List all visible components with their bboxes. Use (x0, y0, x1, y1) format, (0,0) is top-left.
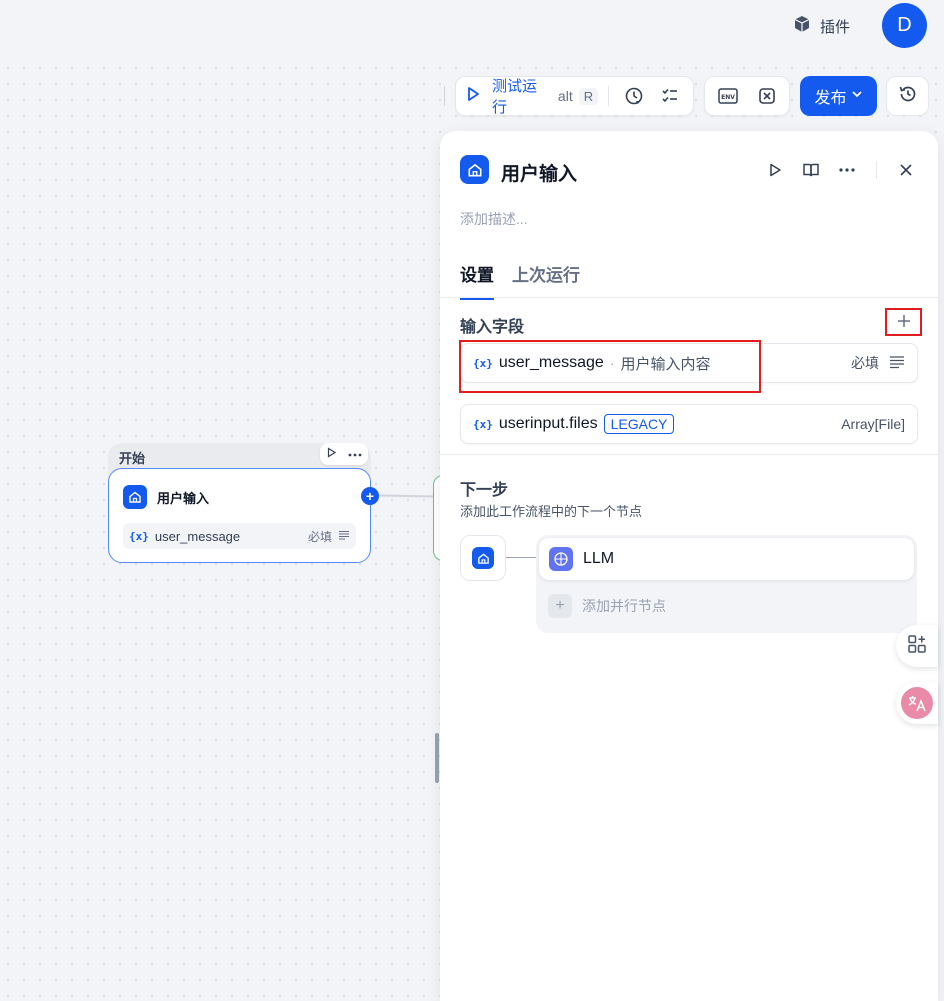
close-icon[interactable] (893, 157, 919, 183)
start-node-card[interactable]: 用户输入 {x} user_message 必填 (108, 468, 371, 563)
publish-label: 发布 (814, 90, 847, 107)
tab-settings[interactable]: 设置 (460, 261, 494, 300)
checklist-icon[interactable] (655, 81, 685, 111)
next-step-description: 添加此工作流程中的下一个节点 (460, 504, 643, 519)
input-field-row[interactable]: {x} userinput.files LEGACY Array[File] (460, 404, 918, 444)
current-node-block (460, 535, 506, 581)
shortcut-key: R (578, 87, 599, 105)
more-icon[interactable] (834, 157, 860, 183)
next-node-label: LLM (583, 550, 615, 567)
panel-resize-handle[interactable] (435, 733, 439, 783)
variable-icon: {x} (473, 356, 493, 370)
toolbar-separator (608, 86, 610, 106)
plus-icon: + (548, 594, 572, 618)
cube-icon (792, 14, 812, 38)
field-type-label: Array[File] (841, 416, 905, 432)
book-icon[interactable] (798, 157, 824, 183)
chevron-down-icon (851, 87, 863, 105)
input-field-row[interactable]: {x} user_message · 用户输入内容 必填 (460, 343, 918, 383)
actions-separator (876, 161, 877, 179)
toolbar-divider (444, 86, 445, 106)
start-node-variable: {x} user_message 必填 (123, 523, 356, 549)
home-icon (472, 547, 494, 569)
next-nodes-list: LLM + 添加并行节点 (536, 535, 917, 633)
run-toolbar-group: 测试运行 alt R (455, 76, 694, 116)
start-node-group-label: 开始 (119, 451, 146, 466)
publish-button[interactable]: 发布 (800, 76, 877, 116)
field-name: user_message (498, 354, 604, 371)
variable-icon: {x} (129, 529, 149, 543)
panel-title[interactable]: 用户输入 (501, 159, 577, 186)
node-settings-panel: 用户输入 添加描述... 设置 上次运行 输入字段 {x} user_messa… (440, 131, 938, 1001)
field-separator: · (609, 355, 615, 371)
add-parallel-node-button[interactable]: + 添加并行节点 (548, 594, 666, 618)
env-toolbar-group: ENV (704, 76, 790, 116)
field-meta: Array[File] (841, 416, 905, 432)
field-description: 用户输入内容 (620, 355, 711, 373)
required-label: 必填 (851, 355, 879, 371)
apps-plus-icon (906, 633, 928, 660)
avatar[interactable]: D (882, 3, 927, 48)
required-label: 必填 (307, 529, 332, 544)
llm-icon (549, 547, 573, 571)
plugins-button[interactable]: 插件 (792, 12, 850, 40)
next-step-title: 下一步 (460, 482, 509, 499)
tab-last-run[interactable]: 上次运行 (512, 261, 580, 300)
start-node[interactable]: 开始 用户输入 {x} user_message 必填 (108, 443, 371, 563)
play-icon[interactable] (762, 157, 788, 183)
start-node-actions (320, 443, 368, 465)
next-node-llm[interactable]: LLM (539, 538, 914, 580)
next-step-connector (506, 557, 536, 558)
panel-actions (762, 157, 919, 183)
variable-name: user_message (154, 528, 241, 544)
apps-add-button[interactable] (896, 625, 938, 667)
home-icon (123, 485, 147, 509)
plugins-label: 插件 (820, 18, 851, 36)
translate-button[interactable] (896, 682, 938, 724)
home-icon (460, 155, 489, 184)
translate-icon (901, 687, 933, 719)
test-run-button[interactable]: 测试运行 (492, 75, 552, 117)
more-icon[interactable] (348, 448, 362, 460)
start-node-title: 用户输入 (157, 490, 210, 506)
shortcut-alt: alt (557, 88, 573, 104)
description-input[interactable]: 添加描述... (460, 209, 528, 229)
section-divider (440, 454, 938, 455)
run-history-icon[interactable] (619, 81, 649, 111)
add-node-handle[interactable]: + (361, 487, 379, 505)
add-parallel-label: 添加并行节点 (582, 598, 666, 614)
play-icon[interactable] (326, 447, 337, 461)
start-node-header: 用户输入 (123, 485, 209, 509)
variable-icon: {x} (473, 417, 493, 431)
panel-tabs: 设置 上次运行 (460, 261, 580, 300)
svg-text:ENV: ENV (721, 94, 735, 101)
tabs-divider (440, 297, 938, 298)
version-history-button[interactable] (886, 76, 929, 116)
legacy-badge: LEGACY (603, 414, 675, 434)
text-lines-icon (338, 529, 350, 544)
input-fields-title: 输入字段 (460, 319, 525, 336)
play-icon[interactable] (464, 85, 482, 108)
conversation-variables-icon[interactable] (752, 81, 782, 111)
add-input-field-button[interactable] (885, 308, 922, 336)
text-lines-icon (889, 355, 905, 372)
plus-icon (897, 311, 911, 334)
env-variables-icon[interactable]: ENV (713, 81, 743, 111)
field-meta: 必填 (851, 353, 905, 373)
field-name: userinput.files (498, 415, 598, 432)
top-bar: 插件 D (0, 0, 944, 60)
history-icon (898, 84, 918, 109)
